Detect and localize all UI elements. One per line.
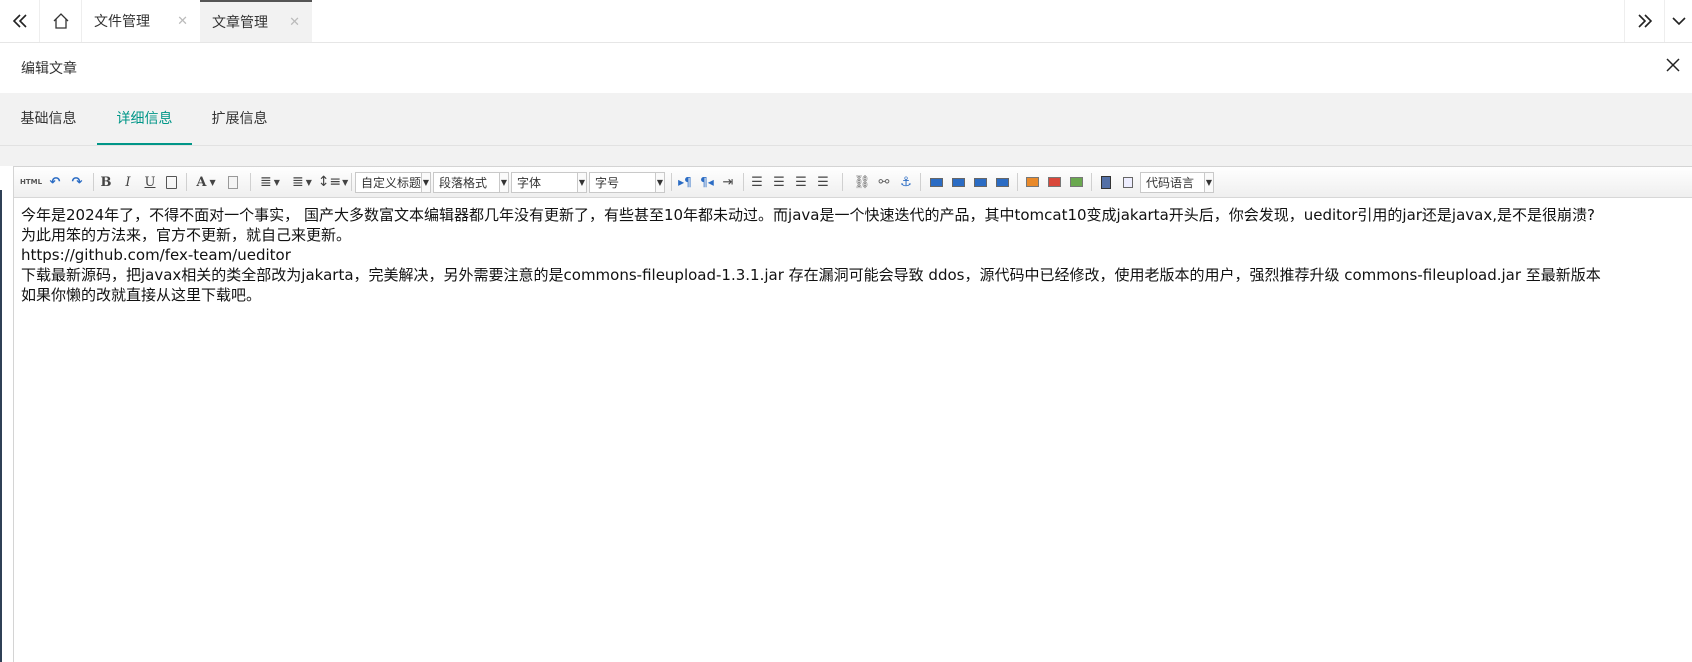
tab-article-management[interactable]: 文章管理 ✕ [200, 0, 312, 42]
ltr-button[interactable]: ▸¶ [675, 172, 695, 192]
paragraph-format-select[interactable]: 段落格式 ▼ [433, 172, 509, 193]
ltr-icon: ▸¶ [678, 175, 692, 189]
html-source-button[interactable]: HTML [20, 172, 42, 192]
rtl-icon: ¶◂ [700, 175, 714, 189]
image-left-button[interactable] [948, 172, 968, 192]
nav-left-button[interactable] [0, 0, 40, 42]
nav-right-button[interactable] [1624, 0, 1664, 42]
tab-label: 扩展信息 [211, 111, 268, 127]
paste-plain-button[interactable] [162, 172, 180, 192]
image-icon [1025, 177, 1039, 187]
underline-button[interactable]: U [141, 172, 159, 192]
unlink-button[interactable]: ⚯ [874, 172, 894, 192]
code-language-select[interactable]: 代码语言 ▼ [1140, 172, 1214, 193]
align-justify-button[interactable]: ☰ [813, 172, 833, 192]
font-size-select[interactable]: 字号 ▼ [589, 172, 665, 193]
tab-extended-info[interactable]: 扩展信息 [192, 93, 287, 143]
tab-basic-info[interactable]: 基础信息 [0, 93, 97, 143]
unlink-icon: ⚯ [878, 174, 890, 190]
indent-icon: ⇥ [722, 174, 734, 190]
undo-button[interactable]: ↶ [46, 172, 64, 192]
code-icon [1123, 176, 1133, 188]
redo-icon: ↷ [71, 174, 83, 190]
home-icon [53, 13, 68, 29]
left-edge-accent [0, 190, 2, 662]
picture-icon [1069, 177, 1083, 187]
image-left-icon [951, 177, 965, 187]
image-right-button[interactable] [970, 172, 990, 192]
align-center-button[interactable]: ☰ [769, 172, 789, 192]
tab-label: 文章管理 [212, 15, 268, 31]
detail-tabs: 基础信息 详细信息 扩展信息 [0, 93, 1692, 146]
undo-icon: ↶ [49, 174, 61, 190]
image-center-button[interactable] [992, 172, 1012, 192]
spacing-icon: ≣ [292, 174, 304, 190]
anchor-icon: ⚓ [900, 174, 912, 190]
editor-toolbar: HTML ↶ ↷ B I U A ▼ ≣ ▼ ≣ ▼ ↕≡ ▼ 自定义标题 ▼ 段落格式 ▼… [14, 167, 1692, 198]
link-icon: ⛓ [853, 174, 871, 190]
insert-code-button[interactable] [1118, 172, 1138, 192]
align-center-icon: ☰ [773, 174, 785, 190]
font-family-select[interactable]: 字体 ▼ [511, 172, 587, 193]
rich-text-editor: HTML ↶ ↷ B I U A ▼ ≣ ▼ ≣ ▼ ↕≡ ▼ 自定义标题 ▼ 段落格式 ▼… [13, 166, 1692, 662]
indent-button[interactable]: ⇥ [719, 172, 737, 192]
multi-image-button[interactable] [1044, 172, 1064, 192]
video-icon [1101, 175, 1111, 189]
image-center-icon [995, 177, 1009, 187]
bold-button[interactable]: B [97, 172, 115, 192]
content-line: 今年是2024年了，不得不面对一个事实， 国产大多数富文本编辑器都几年没有更新了… [21, 206, 1595, 224]
tab-menu-button[interactable] [1664, 0, 1692, 42]
close-icon[interactable]: ✕ [289, 15, 300, 30]
top-tab-bar: 文件管理 ✕ 文章管理 ✕ [0, 0, 1692, 43]
insert-image-button[interactable] [1022, 172, 1042, 192]
anchor-button[interactable]: ⚓ [896, 172, 916, 192]
editor-content[interactable]: 今年是2024年了，不得不面对一个事实， 国产大多数富文本编辑器都几年没有更新了… [21, 205, 1692, 305]
panel-header: 编辑文章 [0, 43, 1692, 93]
tab-label: 基础信息 [20, 111, 77, 127]
home-button[interactable] [40, 0, 82, 42]
eraser-icon [228, 175, 238, 189]
image-right-icon [973, 177, 987, 187]
insert-video-button[interactable] [1096, 172, 1116, 192]
scrawl-button[interactable] [1066, 172, 1086, 192]
tab-detail-info[interactable]: 详细信息 [97, 93, 192, 145]
italic-button[interactable]: I [119, 172, 137, 192]
app-root: 文件管理 ✕ 文章管理 ✕ 编辑文章 基础信息 详细信息 扩展信息 HTML ↶… [0, 0, 1692, 662]
custom-title-select[interactable]: 自定义标题 ▼ [355, 172, 431, 193]
image-none-button[interactable] [926, 172, 946, 192]
align-right-icon: ☰ [795, 174, 807, 190]
line-height-button[interactable]: ↕≡ ▼ [317, 172, 349, 192]
spacing-icon: ≣ [260, 174, 272, 190]
image-none-icon [929, 177, 943, 187]
content-link: https://github.com/fex-team/ueditor [21, 246, 291, 264]
tab-file-management[interactable]: 文件管理 ✕ [82, 0, 200, 42]
tab-label: 文件管理 [94, 14, 150, 30]
content-line: 为此用笨的方法来，官方不更新，就自己来更新。 [21, 226, 352, 244]
close-icon[interactable]: ✕ [177, 14, 188, 29]
row-spacing-bottom-button[interactable]: ≣ ▼ [288, 172, 316, 192]
double-chevron-right-icon [1637, 14, 1652, 28]
close-icon[interactable] [1666, 55, 1680, 75]
content-line: 如果你懒的改就直接从这里下载吧。 [21, 286, 262, 304]
clipboard-icon [165, 175, 177, 189]
redo-button[interactable]: ↷ [68, 172, 86, 192]
link-button[interactable]: ⛓ [852, 172, 872, 192]
align-right-button[interactable]: ☰ [791, 172, 811, 192]
line-height-icon: ↕≡ [317, 174, 342, 190]
clear-format-button[interactable] [224, 172, 242, 192]
multi-image-icon [1047, 177, 1061, 187]
tab-label: 详细信息 [116, 111, 173, 127]
rtl-button[interactable]: ¶◂ [697, 172, 717, 192]
double-chevron-left-icon [12, 14, 27, 28]
panel-title: 编辑文章 [21, 61, 77, 77]
row-spacing-top-button[interactable]: ≣ ▼ [256, 172, 284, 192]
font-color-button[interactable]: A ▼ [192, 172, 220, 192]
align-left-icon: ☰ [751, 174, 763, 190]
align-left-button[interactable]: ☰ [747, 172, 767, 192]
chevron-down-icon [1671, 17, 1686, 26]
content-line: 下载最新源码，把javax相关的类全部改为jakarta，完美解决，另外需要注意… [21, 266, 1601, 284]
editor-wrapper [0, 146, 1692, 166]
align-justify-icon: ☰ [817, 174, 829, 190]
